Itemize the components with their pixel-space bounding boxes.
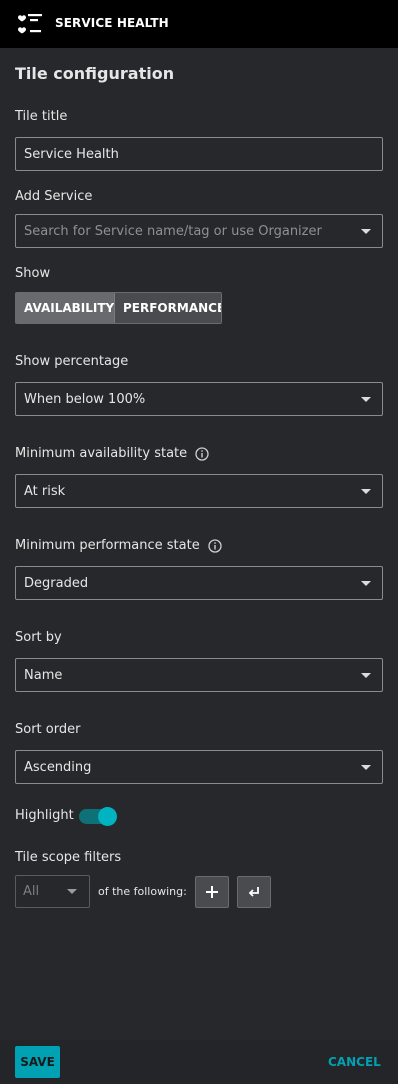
highlight-label: Highlight <box>15 808 74 823</box>
chevron-down-icon <box>361 581 371 586</box>
chevron-down-icon <box>361 489 371 494</box>
highlight-toggle[interactable] <box>79 807 119 826</box>
toggle-knob <box>98 807 117 826</box>
add-nested-filter-button[interactable] <box>237 876 271 908</box>
chevron-down-icon <box>361 673 371 678</box>
min-availability-label-text: Minimum availability state <box>15 446 188 461</box>
app-title: SERVICE HEALTH <box>55 16 169 30</box>
min-availability-label: Minimum availability state <box>15 446 209 461</box>
cancel-button[interactable]: CANCEL <box>328 1055 381 1069</box>
add-service-placeholder: Search for Service name/tag or use Organ… <box>24 223 322 239</box>
tile-title-label: Tile title <box>15 109 68 124</box>
show-percentage-select[interactable]: When below 100% <box>15 382 383 416</box>
show-label: Show <box>15 266 51 281</box>
min-availability-select[interactable]: At risk <box>15 474 383 508</box>
show-toggle-group: AVAILABILITY PERFORMANCE <box>15 292 222 324</box>
tile-title-input[interactable]: Service Health <box>15 137 383 171</box>
add-filter-button[interactable] <box>195 876 229 908</box>
sort-by-value: Name <box>24 667 63 683</box>
enter-arrow-icon <box>248 887 259 897</box>
tile-title-value: Service Health <box>24 146 119 162</box>
plus-icon <box>206 886 218 898</box>
chevron-down-icon <box>361 229 371 234</box>
scope-match-select[interactable]: All <box>15 875 90 908</box>
save-button[interactable]: SAVE <box>15 1046 60 1078</box>
min-performance-label: Minimum performance state <box>15 538 222 553</box>
sort-by-select[interactable]: Name <box>15 658 383 692</box>
scope-filters-text: of the following: <box>98 885 187 898</box>
min-availability-value: At risk <box>24 483 66 499</box>
info-icon[interactable] <box>195 446 209 461</box>
top-bar: SERVICE HEALTH <box>0 0 398 48</box>
performance-button[interactable]: PERFORMANCE <box>114 293 221 323</box>
footer-bar: SAVE CANCEL <box>0 1040 398 1084</box>
scope-match-value: All <box>23 884 40 899</box>
chevron-down-icon <box>361 765 371 770</box>
show-percentage-label: Show percentage <box>15 354 129 369</box>
show-percentage-value: When below 100% <box>24 391 146 407</box>
sort-by-label: Sort by <box>15 630 62 645</box>
add-service-label: Add Service <box>15 189 93 204</box>
sort-order-value: Ascending <box>24 759 92 775</box>
chevron-down-icon <box>361 397 371 402</box>
min-performance-value: Degraded <box>24 575 89 591</box>
scope-filters-label: Tile scope filters <box>15 850 122 865</box>
sort-order-label: Sort order <box>15 722 81 737</box>
availability-button[interactable]: AVAILABILITY <box>16 293 114 323</box>
min-performance-label-text: Minimum performance state <box>15 538 200 553</box>
sort-order-select[interactable]: Ascending <box>15 750 383 784</box>
chevron-down-icon <box>67 889 77 894</box>
panel-title: Tile configuration <box>15 64 175 83</box>
info-icon[interactable] <box>208 538 222 553</box>
min-performance-select[interactable]: Degraded <box>15 566 383 600</box>
service-health-icon <box>18 14 42 34</box>
add-service-search-input[interactable]: Search for Service name/tag or use Organ… <box>15 214 383 248</box>
